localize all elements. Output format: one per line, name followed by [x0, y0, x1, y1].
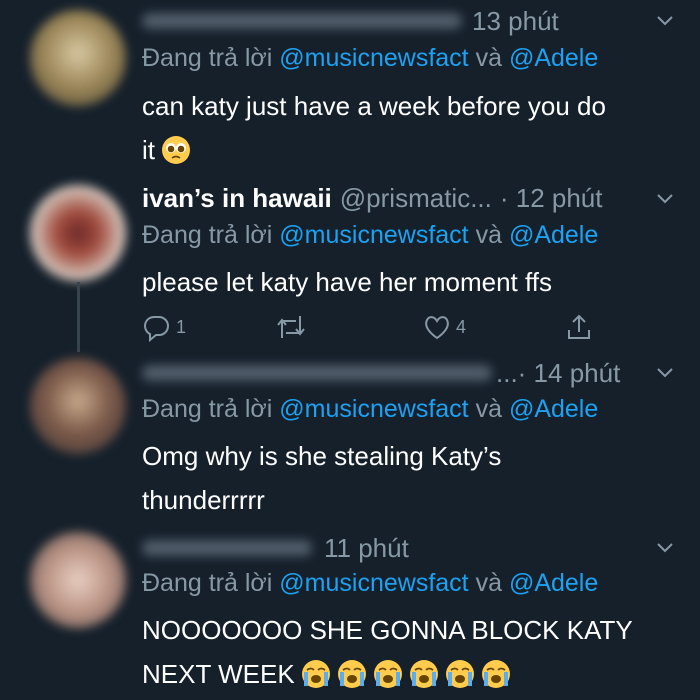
loudly-crying-face-emoji — [481, 660, 510, 688]
chevron-down-icon[interactable] — [656, 539, 674, 557]
replying-to-joiner: và — [475, 569, 502, 597]
tweet-text: NOOOOOOO SHE GONNA BLOCK KATY NEXT WEEK — [142, 608, 670, 696]
tweet-text-line: NEXT WEEK — [142, 659, 295, 689]
reply-thread: 13 phút Đang trả lời @musicnewsfact và @… — [0, 0, 700, 700]
avatar[interactable] — [30, 532, 126, 628]
loudly-crying-face-emoji — [409, 660, 438, 688]
tweet-text-line-wrapper: NEXT WEEK — [142, 652, 670, 696]
tweet-header: 11 phút — [142, 531, 680, 565]
emoji-row — [295, 659, 511, 689]
timestamp[interactable]: 11 phút — [324, 533, 409, 564]
mention-link[interactable]: @musicnewsfact — [279, 569, 468, 597]
replying-to-label: Đang trả lời — [142, 569, 273, 597]
tweet-4[interactable]: 11 phút Đang trả lời @musicnewsfact và @… — [0, 0, 700, 700]
loudly-crying-face-emoji — [301, 660, 330, 688]
blurred-username — [142, 540, 312, 556]
loudly-crying-face-emoji — [445, 660, 474, 688]
mention-link[interactable]: @Adele — [509, 569, 598, 597]
loudly-crying-face-emoji — [373, 660, 402, 688]
loudly-crying-face-emoji — [337, 660, 366, 688]
tweet-text-line: NOOOOOOO SHE GONNA BLOCK KATY — [142, 615, 633, 645]
replying-to: Đang trả lời @musicnewsfact và @Adele — [142, 569, 598, 598]
